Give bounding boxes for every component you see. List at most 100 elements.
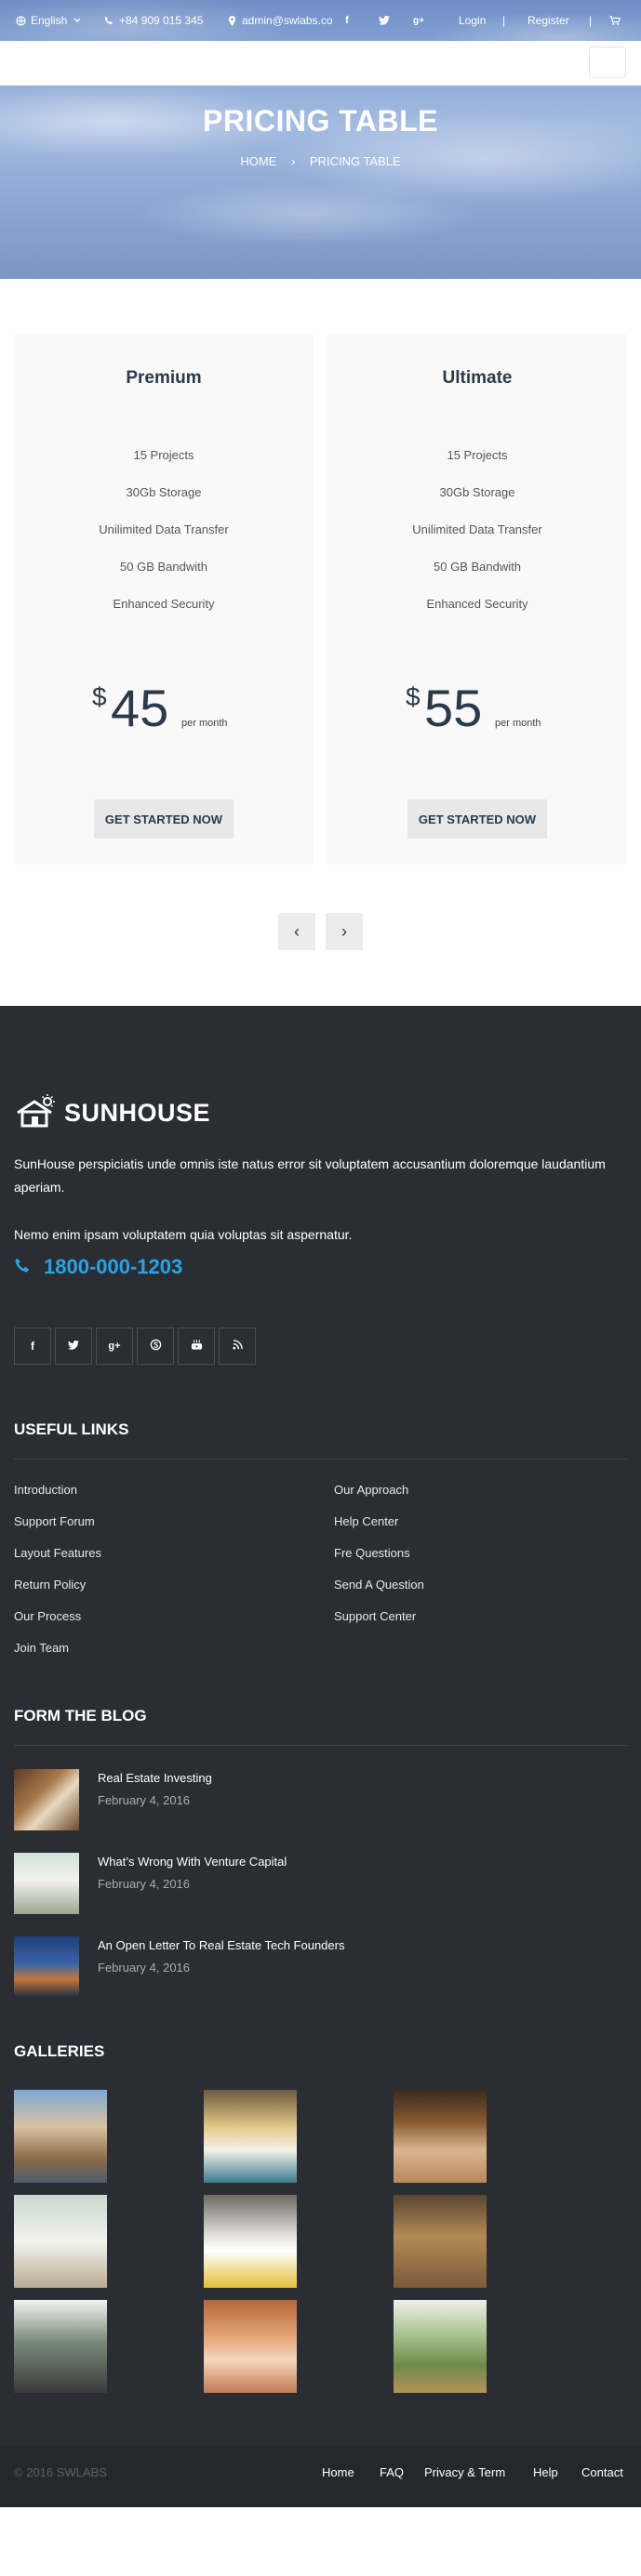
rss-button[interactable] — [219, 1328, 256, 1365]
house-logo-icon — [14, 1094, 59, 1132]
footer-link[interactable]: Introduction — [14, 1483, 77, 1497]
breadcrumb-current: PRICING TABLE — [309, 154, 401, 168]
topbar-separator: | — [502, 0, 505, 41]
plan-features: 15 Projects 30Gb Storage Unilimited Data… — [14, 446, 314, 632]
chevron-left-icon: ‹ — [294, 921, 300, 941]
topbar-email[interactable]: admin@swlabs.co — [226, 0, 333, 41]
gallery-image[interactable] — [394, 2090, 487, 2183]
plan-feature: 50 GB Bandwith — [434, 560, 521, 574]
chevron-right-icon: › — [341, 921, 347, 941]
cart-icon — [609, 15, 621, 26]
footer-link[interactable]: Fre Questions — [334, 1546, 410, 1560]
footer-link[interactable]: Support Forum — [14, 1514, 95, 1528]
language-selector[interactable]: English — [15, 0, 83, 41]
bottom-link-contact[interactable]: Contact — [581, 2465, 623, 2479]
cart-button[interactable] — [609, 0, 621, 41]
facebook-button[interactable]: f — [14, 1328, 51, 1365]
footer-link[interactable]: Send A Question — [334, 1578, 424, 1592]
separator-text: | — [502, 14, 506, 27]
gallery-image[interactable] — [204, 2300, 297, 2393]
bottom-link-privacy[interactable]: Privacy & Term — [424, 2465, 505, 2479]
plan-name: Ultimate — [442, 368, 513, 388]
map-pin-icon — [226, 15, 237, 26]
footer-link[interactable]: Help Center — [334, 1514, 398, 1528]
blog-title: FORM THE BLOG — [14, 1707, 147, 1724]
next-button[interactable]: › — [326, 913, 363, 950]
footer-link[interactable]: Layout Features — [14, 1546, 101, 1560]
bottom-link-help[interactable]: Help — [533, 2465, 558, 2479]
gallery-image[interactable] — [204, 2090, 297, 2183]
google-plus-button[interactable]: g+ — [96, 1328, 133, 1365]
login-link[interactable]: Login — [459, 0, 486, 41]
twitter-icon — [379, 15, 390, 26]
login-label: Login — [459, 14, 487, 27]
facebook-icon: f — [345, 15, 349, 26]
separator-text-2: | — [589, 14, 593, 27]
footer-logo[interactable]: SUNHOUSE — [14, 1094, 210, 1132]
twitter-link[interactable] — [379, 0, 390, 41]
topbar-phone[interactable]: +84 909 015 345 — [103, 0, 203, 41]
pricing-card-premium: Premium 15 Projects 30Gb Storage Unilimi… — [14, 335, 314, 865]
bottom-link-home[interactable]: Home — [322, 2465, 354, 2479]
pricing-section: Premium 15 Projects 30Gb Storage Unilimi… — [0, 279, 641, 1006]
rss-icon — [232, 1340, 243, 1353]
footer-link[interactable]: Our Process — [14, 1609, 81, 1623]
copyright: © 2016 SWLABS — [14, 2465, 107, 2479]
site-footer: SUNHOUSE SunHouse perspiciatis unde omni… — [0, 1006, 641, 2507]
price-amount: 55 — [424, 679, 483, 737]
divider — [14, 1459, 627, 1460]
topbar-phone-text: +84 909 015 345 — [119, 14, 204, 27]
social-links: f g+ — [14, 1328, 256, 1365]
youtube-button[interactable] — [178, 1328, 215, 1365]
skype-button[interactable] — [137, 1328, 174, 1365]
facebook-icon: f — [31, 1340, 34, 1353]
blog-thumbnail[interactable] — [14, 1769, 79, 1830]
menu-toggle-button[interactable] — [589, 46, 626, 78]
blog-thumbnail[interactable] — [14, 1853, 79, 1914]
topbar-separator-2: | — [589, 0, 592, 41]
bottom-link-faq[interactable]: FAQ — [380, 2465, 404, 2479]
gallery-image[interactable] — [14, 2300, 107, 2393]
blog-post-date: February 4, 2016 — [98, 1793, 191, 1807]
gallery-image[interactable] — [394, 2300, 487, 2393]
google-plus-link[interactable]: g+ — [413, 0, 424, 41]
youtube-icon — [191, 1339, 203, 1354]
footer-link[interactable]: Join Team — [14, 1641, 69, 1655]
register-link[interactable]: Register — [527, 0, 569, 41]
price-currency: $ — [406, 682, 421, 711]
footer-link[interactable]: Our Approach — [334, 1483, 408, 1497]
get-started-button[interactable]: GET STARTED NOW — [94, 799, 234, 839]
plan-price: $ 55 per month — [327, 680, 627, 736]
top-bar: English +84 909 015 345 admin@swlabs.co … — [0, 0, 641, 41]
blog-thumbnail[interactable] — [14, 1936, 79, 1998]
twitter-icon — [68, 1340, 79, 1353]
blog-post-title[interactable]: Real Estate Investing — [98, 1771, 212, 1785]
plan-feature: 15 Projects — [133, 448, 194, 462]
page-header: English +84 909 015 345 admin@swlabs.co … — [0, 0, 641, 279]
footer-phone[interactable]: 1800-000-1203 — [14, 1255, 182, 1279]
google-plus-icon: g+ — [108, 1341, 121, 1352]
gallery-image[interactable] — [394, 2195, 487, 2288]
prev-button[interactable]: ‹ — [278, 913, 315, 950]
facebook-link[interactable]: f — [341, 0, 353, 41]
main-navbar — [0, 41, 641, 86]
plan-feature: Unilimited Data Transfer — [99, 522, 229, 536]
breadcrumb: HOME › PRICING TABLE — [0, 154, 641, 168]
twitter-button[interactable] — [55, 1328, 92, 1365]
get-started-button[interactable]: GET STARTED NOW — [407, 799, 547, 839]
footer-link[interactable]: Return Policy — [14, 1578, 86, 1592]
blog-post-title[interactable]: An Open Letter To Real Estate Tech Found… — [98, 1938, 344, 1952]
breadcrumb-separator: › — [290, 154, 296, 168]
globe-icon — [15, 15, 26, 26]
gallery-image[interactable] — [204, 2195, 297, 2288]
blog-post-title[interactable]: What’s Wrong With Venture Capital — [98, 1855, 287, 1869]
footer-bottom-bar: © 2016 SWLABS Home FAQ Privacy & Term He… — [0, 2445, 641, 2507]
footer-link[interactable]: Support Center — [334, 1609, 416, 1623]
breadcrumb-home[interactable]: HOME — [240, 154, 276, 168]
useful-links-title: USEFUL LINKS — [14, 1420, 129, 1438]
plan-feature: 30Gb Storage — [126, 485, 202, 499]
gallery-image[interactable] — [14, 2195, 107, 2288]
plan-feature: 30Gb Storage — [439, 485, 515, 499]
chevron-down-icon — [72, 15, 83, 26]
gallery-image[interactable] — [14, 2090, 107, 2183]
